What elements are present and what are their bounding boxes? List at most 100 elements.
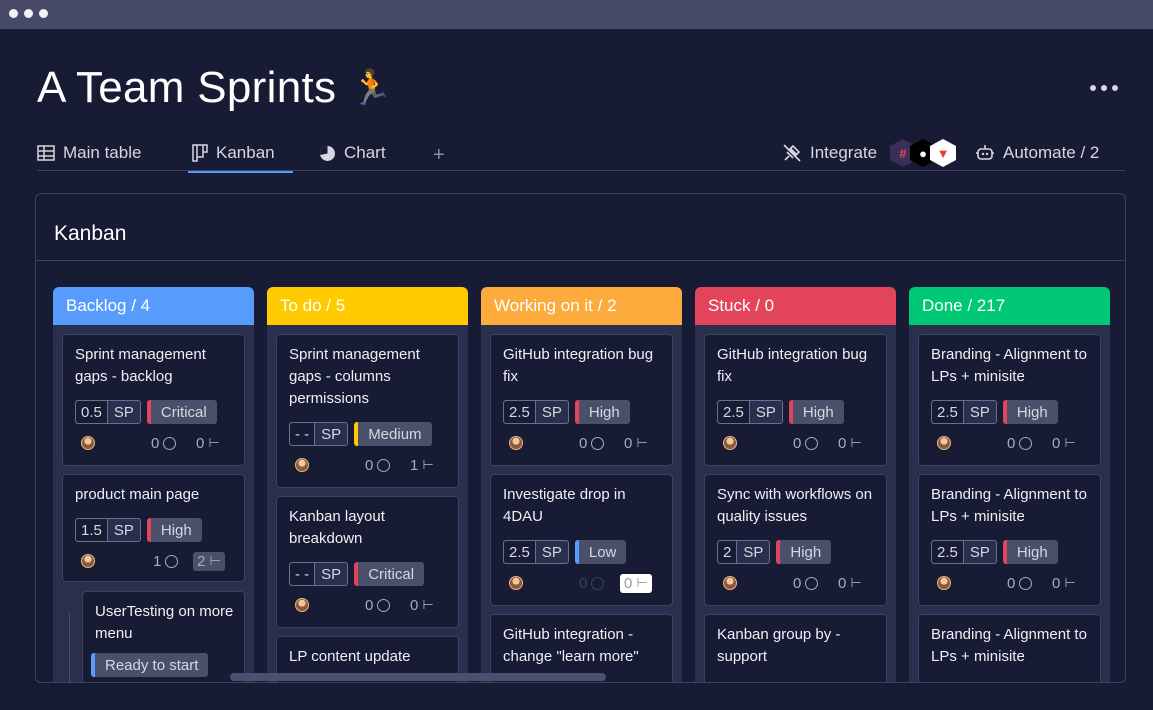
- priority-badge[interactable]: Critical: [146, 400, 217, 424]
- subitems-count[interactable]: 0 ⊢: [1052, 435, 1076, 452]
- subitems-count[interactable]: 0 ⊢: [1052, 575, 1076, 592]
- priority-badge[interactable]: High: [1002, 400, 1058, 424]
- story-points[interactable]: 1.5 SP: [75, 518, 141, 542]
- priority-badge[interactable]: High: [574, 400, 630, 424]
- status-badge[interactable]: Ready to start: [91, 653, 209, 677]
- kanban-card[interactable]: GitHub integration bug fix 2.5 SP High 0 …: [704, 334, 887, 466]
- avatar[interactable]: [81, 554, 95, 568]
- priority-badge[interactable]: Medium: [354, 422, 432, 446]
- subitems-icon: ⊢: [636, 575, 648, 591]
- priority-badge[interactable]: High: [776, 540, 832, 564]
- card-meta: 0 0 ⊢: [295, 596, 450, 614]
- tab-main-table[interactable]: Main table: [37, 143, 141, 163]
- tab-label: Kanban: [216, 143, 275, 162]
- column-header[interactable]: Done / 217: [909, 287, 1110, 325]
- kanban-card[interactable]: Branding - Alignment to LPs + minisite 2…: [918, 474, 1101, 606]
- story-points[interactable]: 2.5 SP: [503, 540, 569, 564]
- story-points[interactable]: - - SP: [289, 562, 349, 586]
- subitems-count[interactable]: 1 ⊢: [410, 457, 434, 474]
- story-points[interactable]: - - SP: [289, 422, 349, 446]
- avatar[interactable]: [509, 576, 523, 590]
- column-header[interactable]: Working on it / 2: [481, 287, 682, 325]
- column-header[interactable]: To do / 5: [267, 287, 468, 325]
- integrate-button[interactable]: Integrate: [782, 143, 877, 163]
- kanban-card[interactable]: Sprint management gaps - backlog 0.5 SP C…: [62, 334, 245, 466]
- subitems-count[interactable]: 0 ⊢: [620, 573, 652, 593]
- tab-chart[interactable]: Chart: [319, 143, 386, 163]
- kanban-card[interactable]: product main page 1.5 SP High 1 2 ⊢: [62, 474, 245, 582]
- kanban-card[interactable]: Kanban layout breakdown - - SP Critical 0…: [276, 496, 459, 628]
- avatar[interactable]: [937, 436, 951, 450]
- app: A Team Sprints 🏃 Main table Kanban Chart…: [0, 29, 1153, 710]
- horizontal-scrollbar[interactable]: [230, 673, 606, 681]
- story-points[interactable]: 2.5 SP: [503, 400, 569, 424]
- subitems-count[interactable]: 0 ⊢: [410, 597, 434, 614]
- story-points[interactable]: 2.5 SP: [931, 540, 997, 564]
- kanban-card[interactable]: Sprint management gaps - columns permiss…: [276, 334, 459, 488]
- subitem-card[interactable]: UserTesting on more menu Ready to start: [82, 591, 245, 682]
- tab-kanban[interactable]: Kanban: [188, 143, 293, 173]
- column-header[interactable]: Backlog / 4: [53, 287, 254, 325]
- comments-count[interactable]: 1: [153, 553, 179, 570]
- subitems-count[interactable]: 2 ⊢: [193, 551, 225, 571]
- story-points[interactable]: 2 SP: [717, 540, 771, 564]
- comments-count[interactable]: 0: [793, 435, 819, 452]
- integration-logos[interactable]: # ● ▼: [890, 139, 956, 167]
- kanban-card[interactable]: Kanban group by - support: [704, 614, 887, 682]
- subitems-value: 2: [197, 552, 206, 570]
- subitems-count[interactable]: 0 ⊢: [838, 575, 862, 592]
- avatar[interactable]: [295, 458, 309, 472]
- priority-badge[interactable]: High: [1002, 540, 1058, 564]
- comments-count[interactable]: 0: [793, 575, 819, 592]
- kanban-card[interactable]: Branding - Alignment to LPs + minisite 2…: [918, 334, 1101, 466]
- comment-bubble-icon: [591, 436, 605, 450]
- board-title-text: A Team Sprints: [37, 63, 337, 112]
- avatar[interactable]: [81, 436, 95, 450]
- comments-count[interactable]: 0: [365, 597, 391, 614]
- window-controls[interactable]: [9, 9, 48, 18]
- comments-count[interactable]: 0: [1007, 435, 1033, 452]
- avatar[interactable]: [937, 576, 951, 590]
- sp-label: SP: [969, 543, 990, 561]
- avatar[interactable]: [509, 436, 523, 450]
- add-view-button[interactable]: +: [433, 144, 445, 167]
- subitems-count[interactable]: 0 ⊢: [624, 435, 648, 452]
- priority-badge[interactable]: Low: [574, 540, 627, 564]
- story-points[interactable]: 2.5 SP: [717, 400, 783, 424]
- sp-label: SP: [541, 543, 562, 561]
- comments-count[interactable]: 0: [579, 434, 605, 452]
- kanban-card[interactable]: GitHub integration bug fix 2.5 SP High 0 …: [490, 334, 673, 466]
- more-options-icon[interactable]: [1090, 85, 1118, 91]
- subitems-count[interactable]: 0 ⊢: [838, 435, 862, 452]
- card-title: Branding - Alignment to LPs + minisite: [931, 486, 1087, 525]
- subitems-icon: ⊢: [636, 435, 648, 451]
- comments-count[interactable]: 0: [151, 435, 177, 452]
- comments-count[interactable]: 0: [579, 575, 605, 592]
- kanban-card[interactable]: Sync with workflows on quality issues 2S…: [704, 474, 887, 606]
- priority-badge[interactable]: Critical: [354, 562, 425, 586]
- integrate-label: Integrate: [810, 143, 878, 162]
- column-header[interactable]: Stuck / 0: [695, 287, 896, 325]
- subitems-count[interactable]: 0 ⊢: [196, 435, 220, 452]
- subitems-icon: ⊢: [1064, 435, 1076, 451]
- kanban-card[interactable]: Investigate drop in 4DAU 2.5 SP Low 0 0 ⊢: [490, 474, 673, 606]
- sp-value: - -: [290, 423, 316, 445]
- priority-badge[interactable]: High: [788, 400, 844, 424]
- story-points[interactable]: 2.5 SP: [931, 400, 997, 424]
- comments-count[interactable]: 0: [1007, 575, 1033, 592]
- avatar[interactable]: [723, 436, 737, 450]
- sp-value: 2.5: [932, 401, 964, 423]
- column-working-on-it: Working on it / 2 GitHub integration bug…: [481, 287, 682, 682]
- avatar[interactable]: [723, 576, 737, 590]
- comments-value: 0: [579, 434, 588, 452]
- story-points[interactable]: 0.5 SP: [75, 400, 141, 424]
- sp-label: SP: [113, 403, 134, 421]
- kanban-card[interactable]: Branding - Alignment to LPs + minisite: [918, 614, 1101, 682]
- sp-label: SP: [743, 543, 764, 561]
- comment-bubble-icon: [163, 436, 177, 450]
- automate-button[interactable]: Automate / 2: [975, 143, 1099, 163]
- comments-count[interactable]: 0: [365, 457, 391, 474]
- avatar[interactable]: [295, 598, 309, 612]
- priority-badge[interactable]: High: [146, 518, 202, 542]
- kanban-icon: [192, 144, 208, 162]
